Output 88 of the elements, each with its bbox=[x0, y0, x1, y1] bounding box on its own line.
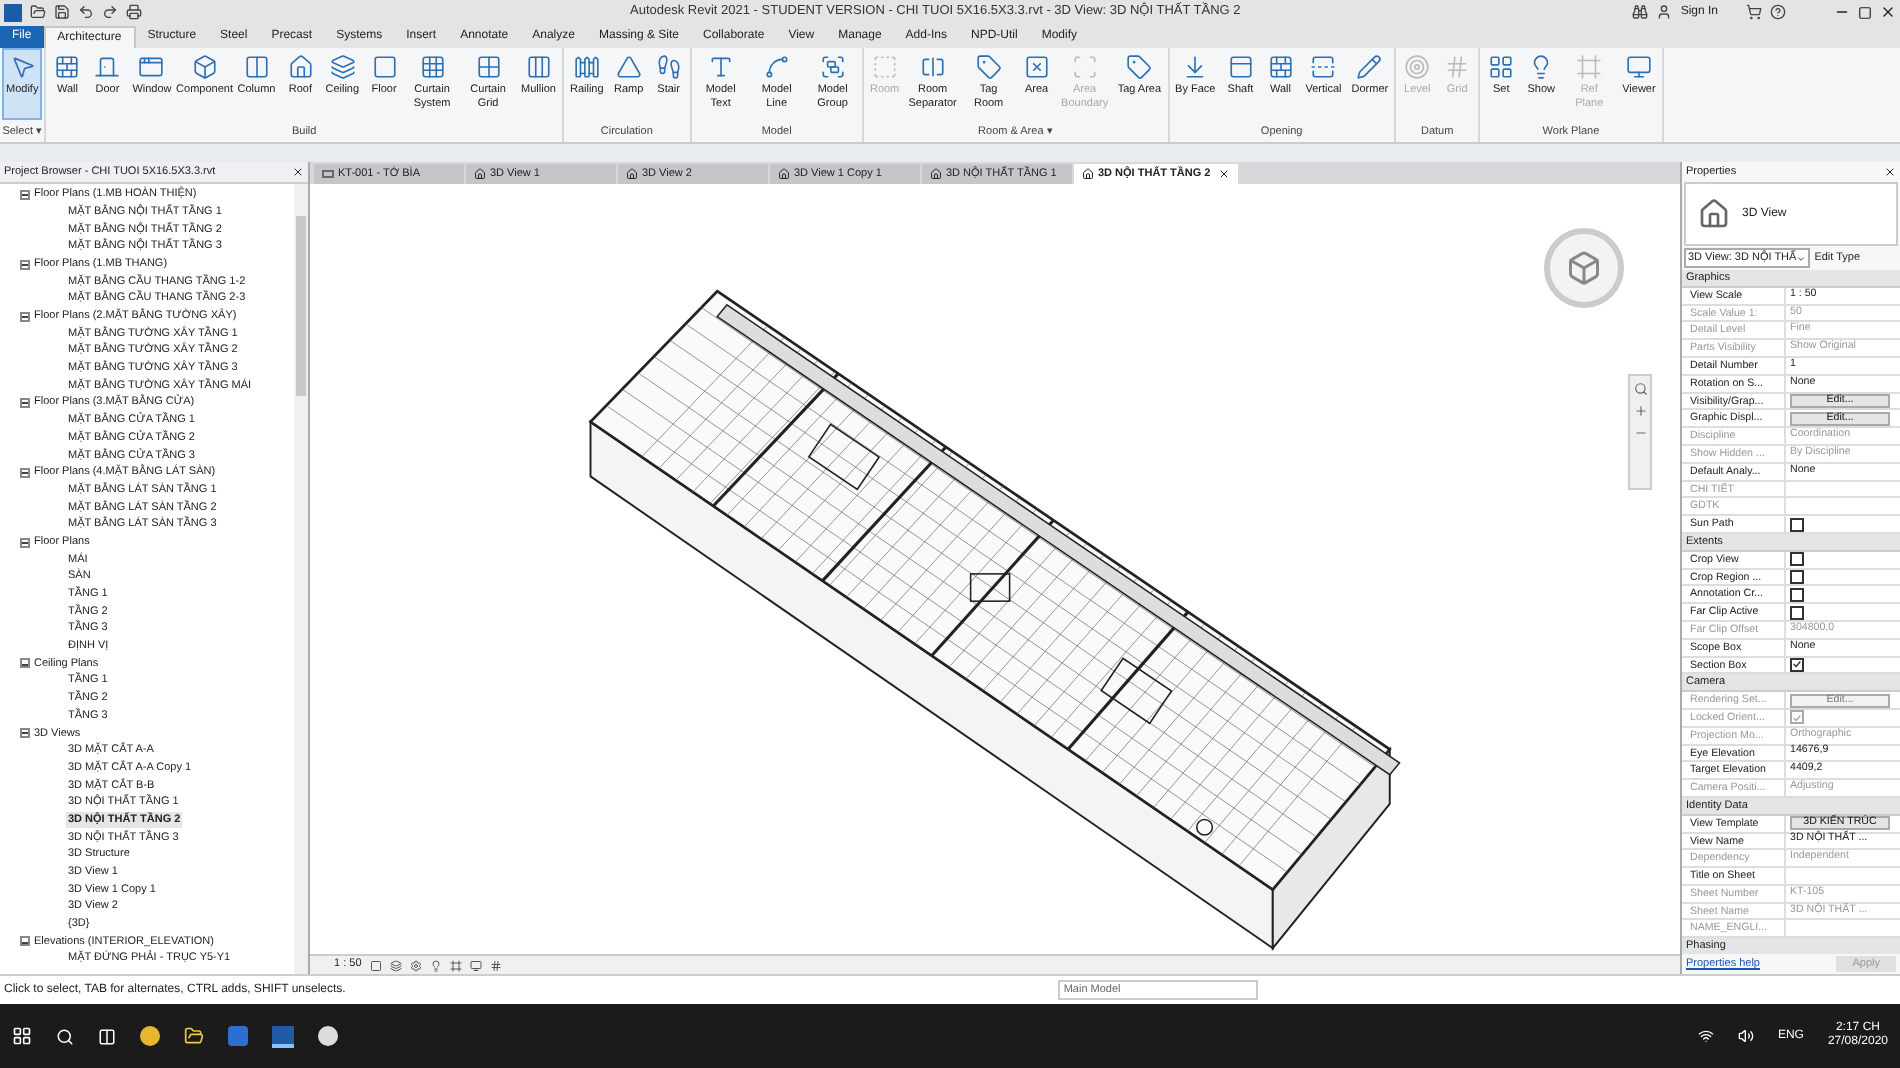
frame-icon[interactable] bbox=[449, 959, 462, 971]
layers-icon bbox=[329, 54, 356, 80]
collapse-icon[interactable] bbox=[20, 398, 30, 409]
lightbulb-icon[interactable] bbox=[429, 959, 442, 971]
wall-icon bbox=[54, 54, 81, 80]
ramp-icon bbox=[615, 54, 642, 80]
close-icon[interactable] bbox=[1218, 168, 1231, 180]
grid-icon bbox=[1488, 54, 1515, 80]
folder-app-icon[interactable] bbox=[184, 1026, 204, 1046]
user-icon bbox=[1656, 4, 1673, 20]
speaker-icon[interactable] bbox=[1737, 1028, 1754, 1044]
close-icon[interactable] bbox=[292, 166, 304, 178]
flip-icon bbox=[1310, 54, 1337, 80]
cube-icon bbox=[1566, 250, 1602, 286]
target-icon bbox=[1404, 54, 1431, 80]
grid-icon bbox=[1444, 54, 1471, 80]
scan-icon bbox=[1071, 54, 1098, 80]
checkbox[interactable] bbox=[1790, 517, 1804, 532]
gear-icon[interactable] bbox=[409, 959, 422, 971]
print-icon[interactable] bbox=[126, 4, 142, 20]
door-icon bbox=[94, 54, 121, 80]
stair-icon bbox=[655, 54, 682, 80]
wall-icon bbox=[1267, 54, 1294, 80]
collapse-icon[interactable] bbox=[20, 658, 30, 669]
frame-icon bbox=[1576, 54, 1603, 80]
revit-app-icon[interactable] bbox=[272, 1025, 294, 1047]
view-cube[interactable] bbox=[1544, 228, 1624, 308]
crossed-square-icon bbox=[1023, 54, 1050, 80]
scrollbar[interactable] bbox=[294, 184, 308, 974]
close-icon[interactable] bbox=[1884, 166, 1896, 178]
collapse-icon[interactable] bbox=[20, 311, 30, 322]
search-icon[interactable] bbox=[56, 1027, 74, 1045]
square-icon[interactable] bbox=[369, 959, 382, 971]
window-icon bbox=[138, 54, 165, 80]
checkbox[interactable] bbox=[1790, 552, 1804, 567]
app-icon[interactable] bbox=[318, 1026, 338, 1046]
checkbox[interactable] bbox=[1790, 605, 1804, 620]
grid-icon bbox=[419, 54, 446, 80]
checkbox[interactable] bbox=[1790, 587, 1804, 602]
open-icon[interactable] bbox=[30, 4, 46, 20]
collapse-icon[interactable] bbox=[20, 467, 30, 478]
arrow-down-icon bbox=[1182, 54, 1209, 80]
save-icon[interactable] bbox=[54, 4, 70, 20]
wifi-icon[interactable] bbox=[1697, 1028, 1714, 1044]
square-icon bbox=[371, 54, 398, 80]
house-icon bbox=[287, 54, 314, 80]
box-icon bbox=[191, 54, 218, 80]
text-icon bbox=[707, 54, 734, 80]
dashed-square-icon bbox=[871, 54, 898, 80]
hash-icon[interactable] bbox=[489, 959, 502, 971]
collapse-icon[interactable] bbox=[20, 936, 30, 947]
redo-icon[interactable] bbox=[102, 4, 118, 20]
column-icon bbox=[243, 54, 270, 80]
curve-icon bbox=[763, 54, 790, 80]
group-icon bbox=[819, 54, 846, 80]
monitor-icon[interactable] bbox=[469, 959, 482, 971]
house-icon bbox=[1698, 198, 1730, 230]
cursor-icon bbox=[9, 54, 36, 80]
collapse-icon[interactable] bbox=[20, 537, 30, 548]
cart-icon[interactable] bbox=[1746, 4, 1762, 20]
check-icon bbox=[1792, 658, 1802, 671]
check-icon bbox=[1792, 711, 1802, 724]
windows-start-icon[interactable] bbox=[12, 1026, 32, 1046]
collapse-icon[interactable] bbox=[20, 189, 30, 200]
tag-icon bbox=[1126, 54, 1153, 80]
house-icon bbox=[1082, 168, 1094, 180]
house-icon bbox=[474, 168, 486, 180]
house-icon bbox=[626, 168, 638, 180]
tag-icon bbox=[975, 54, 1002, 80]
grid-icon bbox=[475, 54, 502, 80]
split-square-icon bbox=[919, 54, 946, 80]
layers-icon[interactable] bbox=[389, 959, 402, 971]
railing-icon bbox=[573, 54, 600, 80]
house-icon bbox=[930, 168, 942, 180]
zoom-icon[interactable] bbox=[1633, 382, 1647, 396]
maximize-icon[interactable] bbox=[1858, 5, 1872, 19]
close-icon[interactable] bbox=[1880, 4, 1896, 20]
house-icon bbox=[778, 168, 790, 180]
collapse-icon[interactable] bbox=[20, 259, 30, 270]
monitor-icon bbox=[1625, 54, 1652, 80]
pencil-icon bbox=[1356, 54, 1383, 80]
task-view-icon[interactable] bbox=[98, 1027, 116, 1045]
chevron-down-icon bbox=[1796, 253, 1807, 263]
help-icon[interactable] bbox=[1770, 4, 1786, 20]
collapse-icon[interactable] bbox=[20, 728, 30, 739]
undo-icon[interactable] bbox=[78, 4, 94, 20]
binoculars-icon[interactable] bbox=[1632, 4, 1649, 20]
sheet-icon bbox=[322, 170, 334, 178]
